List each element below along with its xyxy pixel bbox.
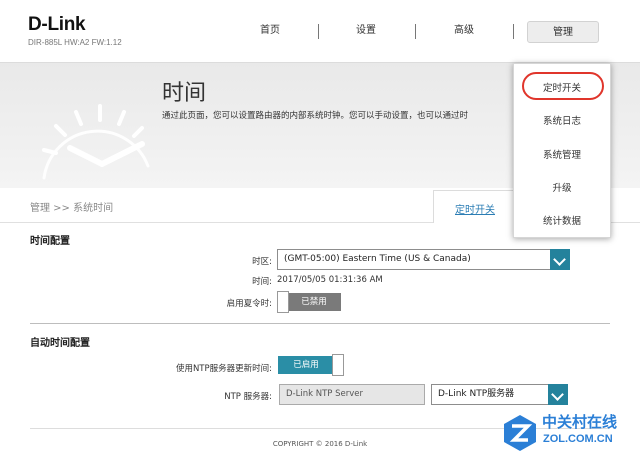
nav-divider (415, 24, 416, 39)
clock-icon (42, 104, 150, 180)
ntp-server-select-value: D-Link NTP服务器 (438, 389, 515, 399)
page-description: 通过此页面，您可以设置路由器的内部系统时钟。您可以手动设置，也可以通过时 (162, 111, 469, 121)
auto-time-title: 自动时间配置 (30, 338, 90, 349)
nav-management[interactable]: 管理 (527, 21, 599, 43)
menu-item-schedule[interactable]: 定时开关 (514, 80, 610, 94)
dst-label: 启用夏令时: (226, 299, 272, 309)
ntp-server-label: NTP 服务器: (224, 392, 272, 402)
current-time: 2017/05/05 01:31:36 AM (277, 275, 383, 285)
ntp-update-toggle[interactable]: 已启用 (278, 354, 344, 376)
time-label: 时间: (252, 277, 272, 287)
dst-toggle[interactable]: 已禁用 (277, 291, 341, 313)
schedule-tab[interactable]: 定时开关 (433, 190, 515, 223)
menu-item-statistics[interactable]: 统计数据 (514, 213, 610, 227)
watermark-text: 中关村在线 (542, 413, 618, 431)
zol-logo-icon (504, 415, 536, 451)
zol-watermark: 中关村在线 ZOL.COM.CN (502, 411, 634, 455)
nav-home[interactable]: 首页 (240, 20, 300, 42)
nav-advanced[interactable]: 高级 (434, 20, 494, 42)
ntp-update-state: 已启用 (278, 356, 334, 374)
section-divider (30, 323, 610, 324)
toggle-knob[interactable] (332, 354, 344, 376)
menu-item-system-admin[interactable]: 系统管理 (514, 147, 610, 161)
menu-item-upgrade[interactable]: 升级 (514, 180, 610, 194)
management-dropdown: 定时开关 系统日志 系统管理 升级 统计数据 (513, 63, 611, 238)
ntp-server-input[interactable]: D-Link NTP Server (279, 384, 425, 405)
chevron-down-icon[interactable] (548, 384, 568, 405)
nav-divider (318, 24, 319, 39)
time-config-title: 时间配置 (30, 236, 70, 247)
ntp-server-select[interactable]: D-Link NTP服务器 (431, 384, 568, 405)
router-admin-page: D-Link DIR-885L HW:A2 FW:1.12 首页 设置 高级 管… (0, 0, 640, 458)
timezone-label: 时区: (252, 257, 272, 267)
model-info: DIR-885L HW:A2 FW:1.12 (28, 38, 122, 47)
watermark-domain: ZOL.COM.CN (543, 433, 613, 445)
schedule-tab-link[interactable]: 定时开关 (455, 201, 495, 216)
chevron-down-icon[interactable] (550, 249, 570, 270)
timezone-value: (GMT-05:00) Eastern Time (US & Canada) (284, 254, 471, 264)
toggle-knob[interactable] (277, 291, 289, 313)
nav-divider (513, 24, 514, 39)
page-title: 时间 (162, 81, 207, 106)
timezone-select[interactable]: (GMT-05:00) Eastern Time (US & Canada) (277, 249, 570, 270)
breadcrumb: 管理 >> 系统时间 (30, 203, 114, 214)
menu-item-syslog[interactable]: 系统日志 (514, 113, 610, 127)
nav-settings[interactable]: 设置 (336, 20, 396, 42)
dst-state: 已禁用 (287, 293, 341, 311)
top-header: D-Link DIR-885L HW:A2 FW:1.12 首页 设置 高级 管… (0, 0, 640, 62)
ntp-update-label: 使用NTP服务器更新时间: (175, 364, 272, 374)
dlink-logo[interactable]: D-Link (28, 14, 86, 36)
